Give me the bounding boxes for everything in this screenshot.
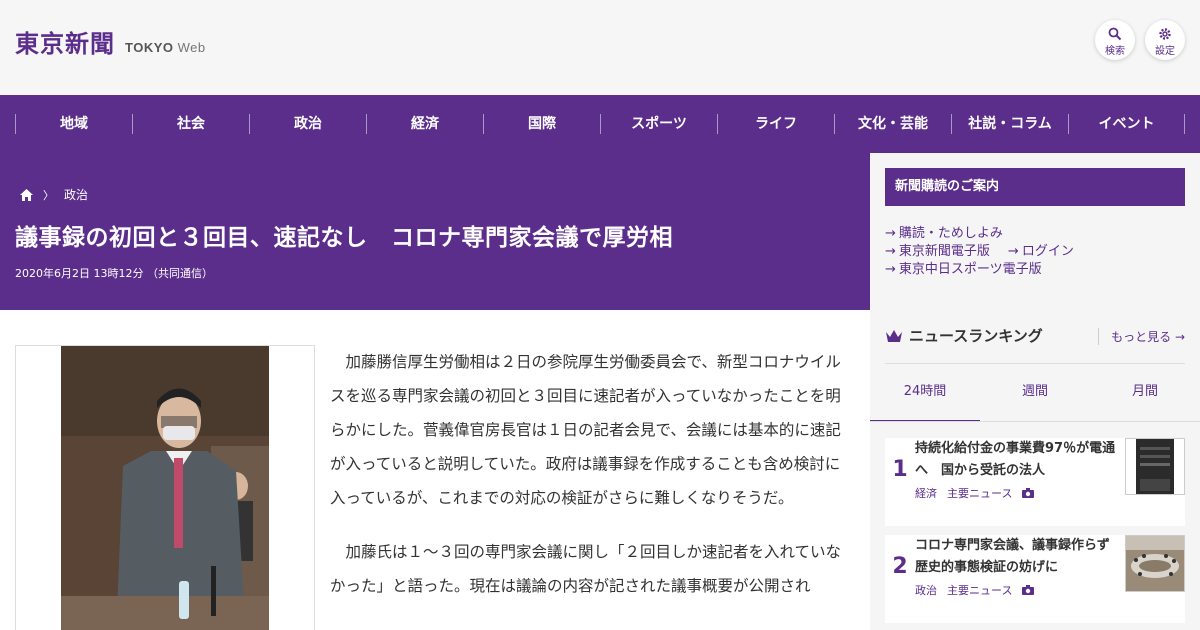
crown-icon [886,329,902,342]
nav-item-editorial[interactable]: 社説・コラム [951,114,1068,134]
article-paragraph: 加藤氏は１～３回の専門家会議に関し「２回目しか速記者を入れていなかった」と語った… [330,543,842,595]
nav-item-politics[interactable]: 政治 [249,114,366,134]
subscribe-link-trial[interactable]: → 購読・ためしよみ [885,225,1003,243]
arrow-right-icon: → [885,226,896,241]
ranking-item-tag[interactable]: 主要ニュース [947,485,1012,501]
ranking-item[interactable]: 2 コロナ専門家会議、議事録作らず 歴史的事態検証の妨げに 政治 主要ニュース [885,535,1185,623]
nav-item-economy[interactable]: 経済 [366,114,483,134]
ranking-item[interactable]: 1 持続化給付金の事業費97％が電通へ 国から受託の法人 経済 主要ニュース [885,438,1185,526]
ranking-item-title[interactable]: 持続化給付金の事業費97％が電通へ 国から受託の法人 [915,438,1120,482]
ranking-item-tags: 政治 主要ニュース [915,582,1035,598]
tab-24h[interactable]: 24時間 [870,364,980,422]
nav-item-life[interactable]: ライフ [717,114,834,134]
gear-icon [1159,28,1171,40]
ranking-item-category[interactable]: 政治 [915,582,937,598]
search-icon [1108,27,1122,41]
article-paragraph: 加藤勝信厚生労働相は２日の参院厚生労働委員会で、新型コロナウイルスを巡る専門家会… [330,353,841,507]
article-photo-frame [15,345,315,630]
article-photo[interactable] [61,346,269,630]
arrow-right-icon: → [1007,244,1019,259]
ranking-tabs: 24時間 週間 月間 [870,364,1200,422]
subscribe-link-chunichi[interactable]: → 東京中日スポーツ電子版 [885,261,1042,279]
ranking-more-link[interactable]: もっと見る → [1098,328,1185,345]
search-button[interactable]: 検索 [1095,20,1135,60]
arrow-right-icon: → [885,262,896,277]
breadcrumb-separator: 〉 [43,188,54,202]
tab-monthly[interactable]: 月間 [1090,364,1200,422]
nav-item-society[interactable]: 社会 [132,114,249,134]
sidebar: 新聞購読のご案内 → 購読・ためしよみ → 東京新聞電子版 → ログイン → 東京中日ス… [870,153,1200,630]
ranking-item-tags: 経済 主要ニュース [915,485,1035,501]
article-dateline: 2020年6月2日 13時12分 （共同通信） [15,267,213,280]
page-title: 議事録の初回と３回目、速記なし コロナ専門家会議で厚労相 [15,225,673,251]
arrow-right-icon: → [1174,330,1185,344]
settings-button[interactable]: 設定 [1145,20,1185,60]
ranking-title: ニュースランキング [909,327,1043,345]
nav-item-sports[interactable]: スポーツ [600,114,717,134]
divider [870,421,1200,422]
nav-item-events[interactable]: イベント [1068,114,1185,134]
login-link[interactable]: → ログイン [1008,243,1074,261]
site-logo[interactable]: 東京新聞 TOKYO Web [15,24,206,59]
site-header: 東京新聞 TOKYO Web 検索 設定 [0,0,1200,95]
search-label: 検索 [1105,46,1125,57]
ranking-thumbnail[interactable] [1125,535,1185,592]
subscribe-links: → 購読・ためしよみ → 東京新聞電子版 → ログイン → 東京中日スポーツ電子版 [885,225,1074,279]
article-title-band: 〉 政治 議事録の初回と３回目、速記なし コロナ専門家会議で厚労相 2020年6… [0,153,870,310]
home-icon[interactable] [20,188,33,201]
logo-jp: 東京新聞 [15,29,115,58]
breadcrumb: 〉 政治 [20,186,88,203]
ranking-thumbnail[interactable] [1125,438,1185,495]
tab-weekly[interactable]: 週間 [980,364,1090,422]
ranking-header: ニュースランキング もっと見る → [885,325,1185,346]
logo-en: TOKYO Web [125,40,206,55]
nav-item-culture[interactable]: 文化・芸能 [834,114,951,134]
breadcrumb-category[interactable]: 政治 [64,186,88,203]
article-body: 加藤勝信厚生労働相は２日の参院厚生労働委員会で、新型コロナウイルスを巡る専門家会… [330,345,845,623]
ranking-item-tag[interactable]: 主要ニュース [947,582,1012,598]
main-nav: 地域 社会 政治 経済 国際 スポーツ ライフ 文化・芸能 社説・コラム イベン… [0,95,1200,153]
camera-icon [1022,488,1035,498]
nav-item-international[interactable]: 国際 [483,114,600,134]
rank-number: 2 [892,554,908,579]
ranking-item-category[interactable]: 経済 [915,485,937,501]
settings-label: 設定 [1155,46,1175,57]
camera-icon [1022,585,1035,595]
rank-number: 1 [892,457,908,482]
arrow-right-icon: → [885,244,896,259]
ranking-item-title[interactable]: コロナ専門家会議、議事録作らず 歴史的事態検証の妨げに [915,535,1123,579]
subscribe-title: 新聞購読のご案内 [885,168,1185,206]
nav-item-region[interactable]: 地域 [15,114,132,134]
subscribe-link-digital[interactable]: → 東京新聞電子版 [885,243,990,261]
